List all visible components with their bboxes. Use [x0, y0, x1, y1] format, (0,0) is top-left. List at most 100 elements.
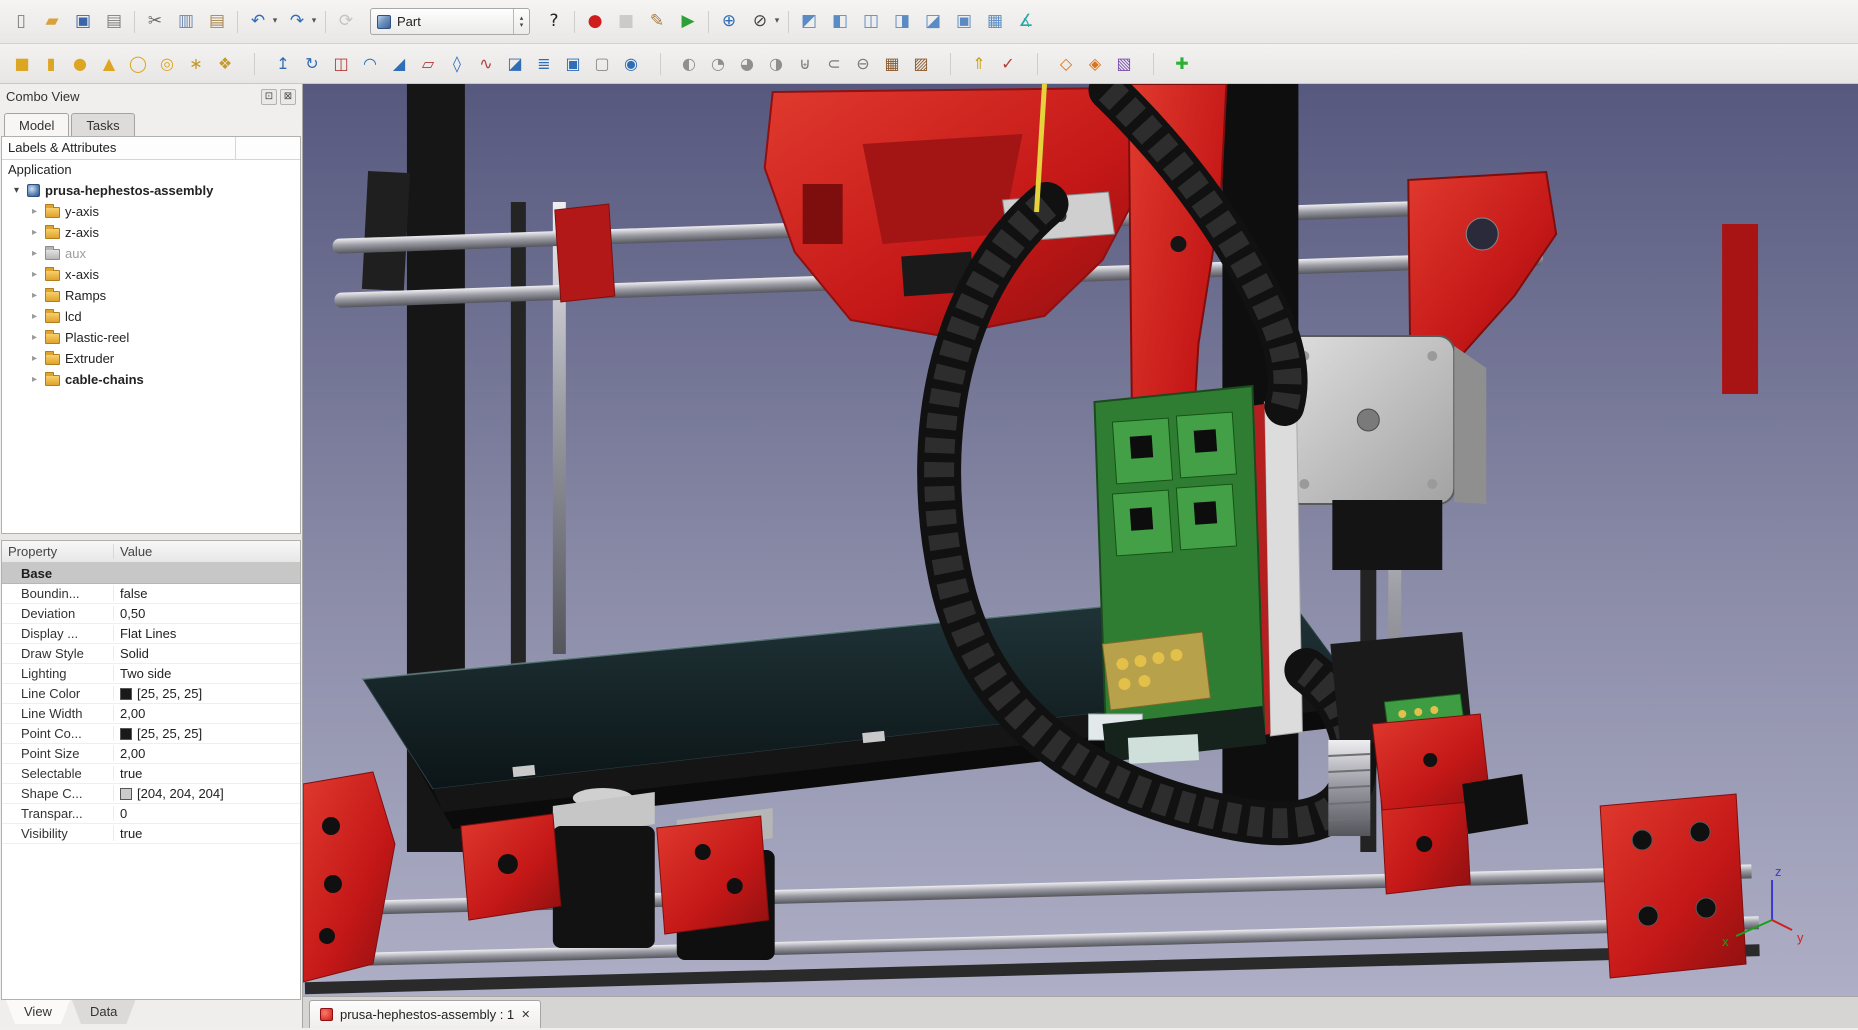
part-thickness-icon[interactable]: ◉ — [617, 50, 645, 78]
macro-play-icon[interactable]: ▶ — [673, 7, 703, 37]
view-top-icon[interactable]: ◫ — [856, 7, 886, 37]
whats-this-icon[interactable]: ? — [539, 7, 569, 37]
part-cut-icon[interactable]: ◔ — [704, 50, 732, 78]
document-tab[interactable]: prusa-hephestos-assembly : 1 ✕ — [309, 1000, 541, 1028]
workbench-spinner[interactable]: ▴ ▾ — [513, 9, 529, 34]
property-row[interactable]: Line Color [25, 25, 25] — [2, 684, 300, 704]
property-row[interactable]: Draw Style Solid — [2, 644, 300, 664]
part-join-connect-icon[interactable]: ⊎ — [791, 50, 819, 78]
part-offset-2d-icon[interactable]: ▢ — [588, 50, 616, 78]
file-new-icon[interactable]: ▯ — [6, 7, 36, 37]
part-loft-icon[interactable]: ◊ — [443, 50, 471, 78]
view-bottom-icon[interactable]: ▣ — [949, 7, 979, 37]
part-torus-icon[interactable]: ◯ — [124, 50, 152, 78]
property-row[interactable]: Transpar... 0 — [2, 804, 300, 824]
tree-item[interactable]: ▸ cable-chains — [2, 369, 300, 390]
value-column-header[interactable]: Value — [114, 544, 300, 559]
macro-record-icon[interactable]: ● — [580, 7, 610, 37]
view-right-icon[interactable]: ◨ — [887, 7, 917, 37]
expander-closed-icon[interactable]: ▸ — [32, 269, 45, 280]
expander-closed-icon[interactable]: ▸ — [32, 332, 45, 343]
add-icon[interactable]: ✚ — [1168, 50, 1196, 78]
cut-icon[interactable]: ✂ — [140, 7, 170, 37]
property-row[interactable]: Boundin... false — [2, 584, 300, 604]
tree-item[interactable]: ▸ Ramps — [2, 285, 300, 306]
property-row[interactable]: Point Co... [25, 25, 25] — [2, 724, 300, 744]
property-row[interactable]: Lighting Two side — [2, 664, 300, 684]
panel-close-button[interactable]: ⊠ — [280, 89, 296, 105]
part-cylinder-icon[interactable]: ▮ — [37, 50, 65, 78]
part-refine-shape-icon[interactable]: ◈ — [1081, 50, 1109, 78]
tree-item-root-document[interactable]: ▾ prusa-hephestos-assembly — [2, 180, 300, 201]
3d-viewport[interactable]: z x y — [303, 84, 1858, 996]
file-save-icon[interactable]: ▣ — [68, 7, 98, 37]
expander-closed-icon[interactable]: ▸ — [32, 248, 45, 259]
part-union-icon[interactable]: ◕ — [733, 50, 761, 78]
part-primitives-icon[interactable]: ❖ — [211, 50, 239, 78]
part-tube-icon[interactable]: ◎ — [153, 50, 181, 78]
part-sweep-icon[interactable]: ∿ — [472, 50, 500, 78]
tree-item[interactable]: ▸ Plastic-reel — [2, 327, 300, 348]
copy-icon[interactable]: ▥ — [171, 7, 201, 37]
macro-edit-icon[interactable]: ✎ — [642, 7, 672, 37]
view-rear-icon[interactable]: ◪ — [918, 7, 948, 37]
tab-view[interactable]: View — [6, 1000, 70, 1024]
property-group-base[interactable]: Base — [2, 563, 300, 584]
expander-open-icon[interactable]: ▾ — [14, 185, 27, 196]
tab-model[interactable]: Model — [4, 113, 69, 136]
file-open-icon[interactable]: ▰ — [37, 7, 67, 37]
tree-item[interactable]: ▸ z-axis — [2, 222, 300, 243]
undo-dropdown-icon[interactable]: ▾ — [269, 7, 281, 37]
part-boolean-icon[interactable]: ◐ — [675, 50, 703, 78]
expander-closed-icon[interactable]: ▸ — [32, 374, 45, 385]
part-ruled-surface-icon[interactable]: ▱ — [414, 50, 442, 78]
expander-closed-icon[interactable]: ▸ — [32, 206, 45, 217]
part-cross-sections-icon[interactable]: ≣ — [530, 50, 558, 78]
part-mirror-icon[interactable]: ◫ — [327, 50, 355, 78]
part-face-colors-icon[interactable]: ▧ — [1110, 50, 1138, 78]
part-intersection-icon[interactable]: ◑ — [762, 50, 790, 78]
property-row[interactable]: Visibility true — [2, 824, 300, 844]
tab-tasks[interactable]: Tasks — [71, 113, 134, 136]
expander-closed-icon[interactable]: ▸ — [32, 311, 45, 322]
property-column-header[interactable]: Property — [2, 544, 114, 559]
tab-data[interactable]: Data — [72, 1000, 135, 1024]
property-row[interactable]: Deviation 0,50 — [2, 604, 300, 624]
tree-item[interactable]: ▸ Extruder — [2, 348, 300, 369]
part-box-icon[interactable]: ■ — [8, 50, 36, 78]
part-join-embed-icon[interactable]: ⊂ — [820, 50, 848, 78]
part-check-geometry-icon[interactable]: ✓ — [994, 50, 1022, 78]
part-cone-icon[interactable]: ▲ — [95, 50, 123, 78]
part-shapebuilder-icon[interactable]: ∗ — [182, 50, 210, 78]
tree-item[interactable]: ▸ aux — [2, 243, 300, 264]
labels-attributes-header[interactable]: Labels & Attributes — [2, 137, 236, 159]
view-front-icon[interactable]: ◧ — [825, 7, 855, 37]
part-chamfer-icon[interactable]: ◢ — [385, 50, 413, 78]
paste-icon[interactable]: ▤ — [202, 7, 232, 37]
part-fillet-icon[interactable]: ◠ — [356, 50, 384, 78]
workbench-selector[interactable]: Part ▴ ▾ — [370, 8, 530, 35]
part-sphere-icon[interactable]: ● — [66, 50, 94, 78]
draw-style-dropdown-icon[interactable]: ▾ — [771, 7, 783, 37]
view-left-icon[interactable]: ▦ — [980, 7, 1010, 37]
tree-item-application[interactable]: Application — [2, 160, 300, 180]
measure-icon[interactable]: ∡ — [1011, 7, 1041, 37]
macro-stop-icon[interactable]: ■ — [611, 7, 641, 37]
part-join-cutout-icon[interactable]: ⊖ — [849, 50, 877, 78]
tree-item[interactable]: ▸ x-axis — [2, 264, 300, 285]
tree-item[interactable]: ▸ lcd — [2, 306, 300, 327]
redo-dropdown-icon[interactable]: ▾ — [308, 7, 320, 37]
print-icon[interactable]: ▤ — [99, 7, 129, 37]
property-row[interactable]: Display ... Flat Lines — [2, 624, 300, 644]
part-compound-filter-icon[interactable]: ▨ — [907, 50, 935, 78]
zoom-fit-icon[interactable]: ⊕ — [714, 7, 744, 37]
property-row[interactable]: Line Width 2,00 — [2, 704, 300, 724]
tree-item[interactable]: ▸ y-axis — [2, 201, 300, 222]
property-row[interactable]: Shape C... [204, 204, 204] — [2, 784, 300, 804]
panel-float-button[interactable]: ⊡ — [261, 89, 277, 105]
tab-close-icon[interactable]: ✕ — [521, 1008, 530, 1021]
property-row[interactable]: Selectable true — [2, 764, 300, 784]
part-offset-3d-icon[interactable]: ▣ — [559, 50, 587, 78]
expander-closed-icon[interactable]: ▸ — [32, 290, 45, 301]
part-revolve-icon[interactable]: ↻ — [298, 50, 326, 78]
